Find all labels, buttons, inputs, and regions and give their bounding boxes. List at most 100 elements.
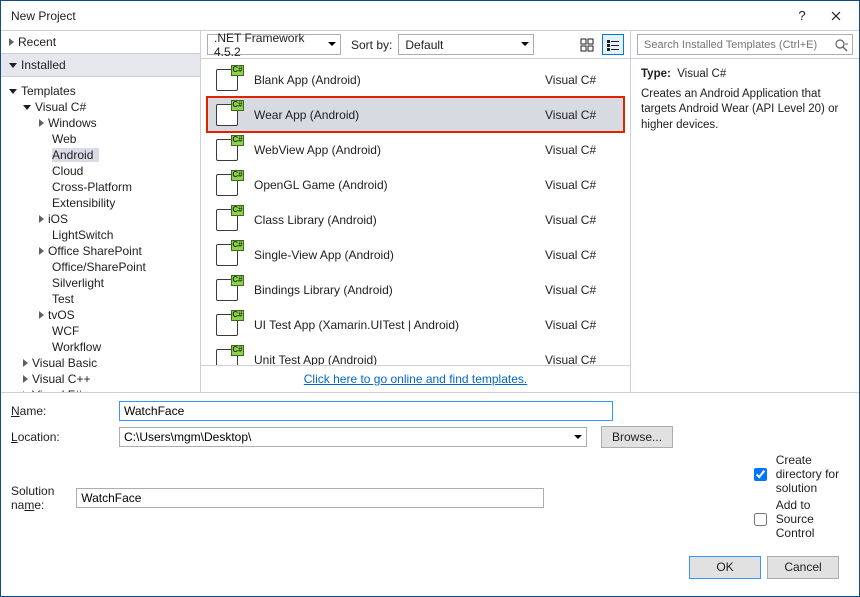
tree-node[interactable]: Cross-Platform bbox=[39, 180, 192, 194]
view-list-button[interactable] bbox=[602, 34, 624, 55]
tree-node[interactable]: Office/SharePoint bbox=[39, 260, 192, 274]
template-lang: Visual C# bbox=[545, 213, 615, 227]
chevron-down-icon bbox=[521, 42, 529, 46]
chevron-down-icon bbox=[23, 105, 31, 110]
template-item[interactable]: C#Blank App (Android)Visual C# bbox=[207, 62, 624, 97]
template-label: WebView App (Android) bbox=[254, 143, 533, 157]
template-lang: Visual C# bbox=[545, 353, 615, 366]
template-item[interactable]: C#Single-View App (Android)Visual C# bbox=[207, 237, 624, 272]
grid-icon bbox=[580, 38, 594, 52]
tree-node[interactable]: Cloud bbox=[39, 164, 192, 178]
template-lang: Visual C# bbox=[545, 248, 615, 262]
chevron-down-icon bbox=[9, 63, 17, 68]
tree-node[interactable]: Windows bbox=[39, 116, 192, 130]
framework-combo-label: .NET Framework 4.5.2 bbox=[214, 31, 322, 59]
tree-node[interactable]: Visual C++ bbox=[23, 372, 192, 386]
template-icon: C# bbox=[216, 312, 242, 338]
template-icon: C# bbox=[216, 137, 242, 163]
source-control-checkbox[interactable]: Add to Source Control bbox=[750, 498, 849, 540]
tree-node[interactable]: Silverlight bbox=[39, 276, 192, 290]
template-item[interactable]: C# Bindings Library (Android) Visual C# bbox=[207, 272, 624, 307]
template-label: Wear App (Android) bbox=[254, 108, 533, 122]
cancel-button[interactable]: Cancel bbox=[767, 556, 839, 579]
sidebar-recent[interactable]: Recent bbox=[1, 31, 200, 53]
chevron-right-icon bbox=[39, 247, 44, 255]
template-item[interactable]: C# WebView App (Android) Visual C# bbox=[207, 132, 624, 167]
tree-node[interactable]: Visual Basic bbox=[23, 356, 192, 370]
chevron-down-icon bbox=[328, 42, 336, 46]
chevron-right-icon bbox=[39, 119, 44, 127]
tree-node[interactable]: Office SharePoint bbox=[39, 244, 192, 258]
help-button[interactable]: ? bbox=[785, 8, 819, 23]
chevron-right-icon bbox=[39, 215, 44, 223]
location-label: Location: bbox=[11, 430, 111, 444]
template-lang: Visual C# bbox=[545, 283, 615, 297]
source-control-check[interactable] bbox=[754, 513, 767, 526]
template-label: Class Library (Android) bbox=[254, 213, 533, 227]
sortby-combo[interactable]: Default bbox=[398, 34, 534, 55]
template-label: Unit Test App (Android) bbox=[254, 353, 533, 366]
chevron-down-icon bbox=[9, 89, 17, 94]
find-templates-link[interactable]: Click here to go online and find templat… bbox=[304, 372, 527, 386]
location-field[interactable] bbox=[119, 427, 587, 447]
sortby-combo-label: Default bbox=[405, 38, 443, 52]
source-control-label: Add to Source Control bbox=[776, 498, 849, 540]
chevron-right-icon bbox=[9, 38, 14, 46]
tree-node[interactable]: Visual C# bbox=[23, 100, 192, 114]
template-icon: C# bbox=[216, 172, 242, 198]
tree-node[interactable]: Test bbox=[39, 292, 192, 306]
template-icon: C# bbox=[216, 102, 242, 128]
tree-templates[interactable]: Templates bbox=[9, 84, 192, 98]
search-icon bbox=[834, 38, 848, 52]
chevron-down-icon bbox=[574, 435, 582, 439]
browse-button[interactable]: Browse... bbox=[601, 426, 673, 448]
solution-name-field[interactable] bbox=[76, 488, 544, 508]
tree-node[interactable]: tvOS bbox=[39, 308, 192, 322]
template-item[interactable]: C#UI Test App (Xamarin.UITest | Android)… bbox=[207, 307, 624, 342]
ok-button[interactable]: OK bbox=[689, 556, 761, 579]
template-lang: Visual C# bbox=[545, 73, 615, 87]
template-item[interactable]: C# Wear App (Android) Visual C# bbox=[207, 97, 624, 132]
tree-node[interactable]: Extensibility bbox=[39, 196, 192, 210]
search-input[interactable] bbox=[642, 38, 834, 52]
template-icon: C# bbox=[216, 277, 242, 303]
search-input-wrapper[interactable] bbox=[637, 34, 853, 55]
tree-node[interactable]: WCF bbox=[39, 324, 192, 338]
chevron-right-icon bbox=[23, 359, 28, 367]
list-icon bbox=[606, 38, 620, 52]
close-icon bbox=[831, 11, 841, 21]
template-icon: C# bbox=[216, 347, 242, 366]
template-lang: Visual C# bbox=[545, 178, 615, 192]
template-icon: C# bbox=[216, 242, 242, 268]
type-value: Visual C# bbox=[677, 68, 726, 80]
template-item[interactable]: C# OpenGL Game (Android) Visual C# bbox=[207, 167, 624, 202]
name-field[interactable] bbox=[119, 401, 613, 421]
close-button[interactable] bbox=[819, 5, 853, 27]
sidebar-installed[interactable]: Installed bbox=[1, 53, 200, 77]
template-item[interactable]: C# Unit Test App (Android) Visual C# bbox=[207, 342, 624, 365]
template-label: OpenGL Game (Android) bbox=[254, 178, 533, 192]
view-grid-button[interactable] bbox=[576, 34, 598, 55]
tree-node[interactable]: Workflow bbox=[39, 340, 192, 354]
window-title: New Project bbox=[11, 9, 785, 23]
template-item[interactable]: C#Class Library (Android)Visual C# bbox=[207, 202, 624, 237]
sortby-label: Sort by: bbox=[351, 38, 392, 52]
template-lang: Visual C# bbox=[545, 108, 615, 122]
create-directory-label: Create directory for solution bbox=[776, 453, 849, 495]
template-label: Bindings Library (Android) bbox=[254, 283, 533, 297]
tree-node[interactable]: LightSwitch bbox=[39, 228, 192, 242]
sidebar: Recent Installed Templates Visual C# Windo… bbox=[1, 31, 201, 392]
tree-node[interactable]: Android bbox=[39, 148, 192, 162]
tree-node[interactable]: Web bbox=[39, 132, 192, 146]
name-label: Name: bbox=[11, 404, 111, 418]
template-icon: C# bbox=[216, 67, 242, 93]
template-list[interactable]: C#Blank App (Android)Visual C#C#Wear App… bbox=[201, 59, 630, 365]
tree-node[interactable]: iOS bbox=[39, 212, 192, 226]
chevron-right-icon bbox=[39, 311, 44, 319]
template-lang: Visual C# bbox=[545, 143, 615, 157]
form-area: Name: Location: Browse... Solution name:… bbox=[1, 392, 859, 596]
create-directory-check[interactable] bbox=[754, 468, 767, 481]
create-directory-checkbox[interactable]: Create directory for solution bbox=[750, 453, 849, 495]
framework-combo[interactable]: .NET Framework 4.5.2 bbox=[207, 34, 341, 55]
template-lang: Visual C# bbox=[545, 318, 615, 332]
